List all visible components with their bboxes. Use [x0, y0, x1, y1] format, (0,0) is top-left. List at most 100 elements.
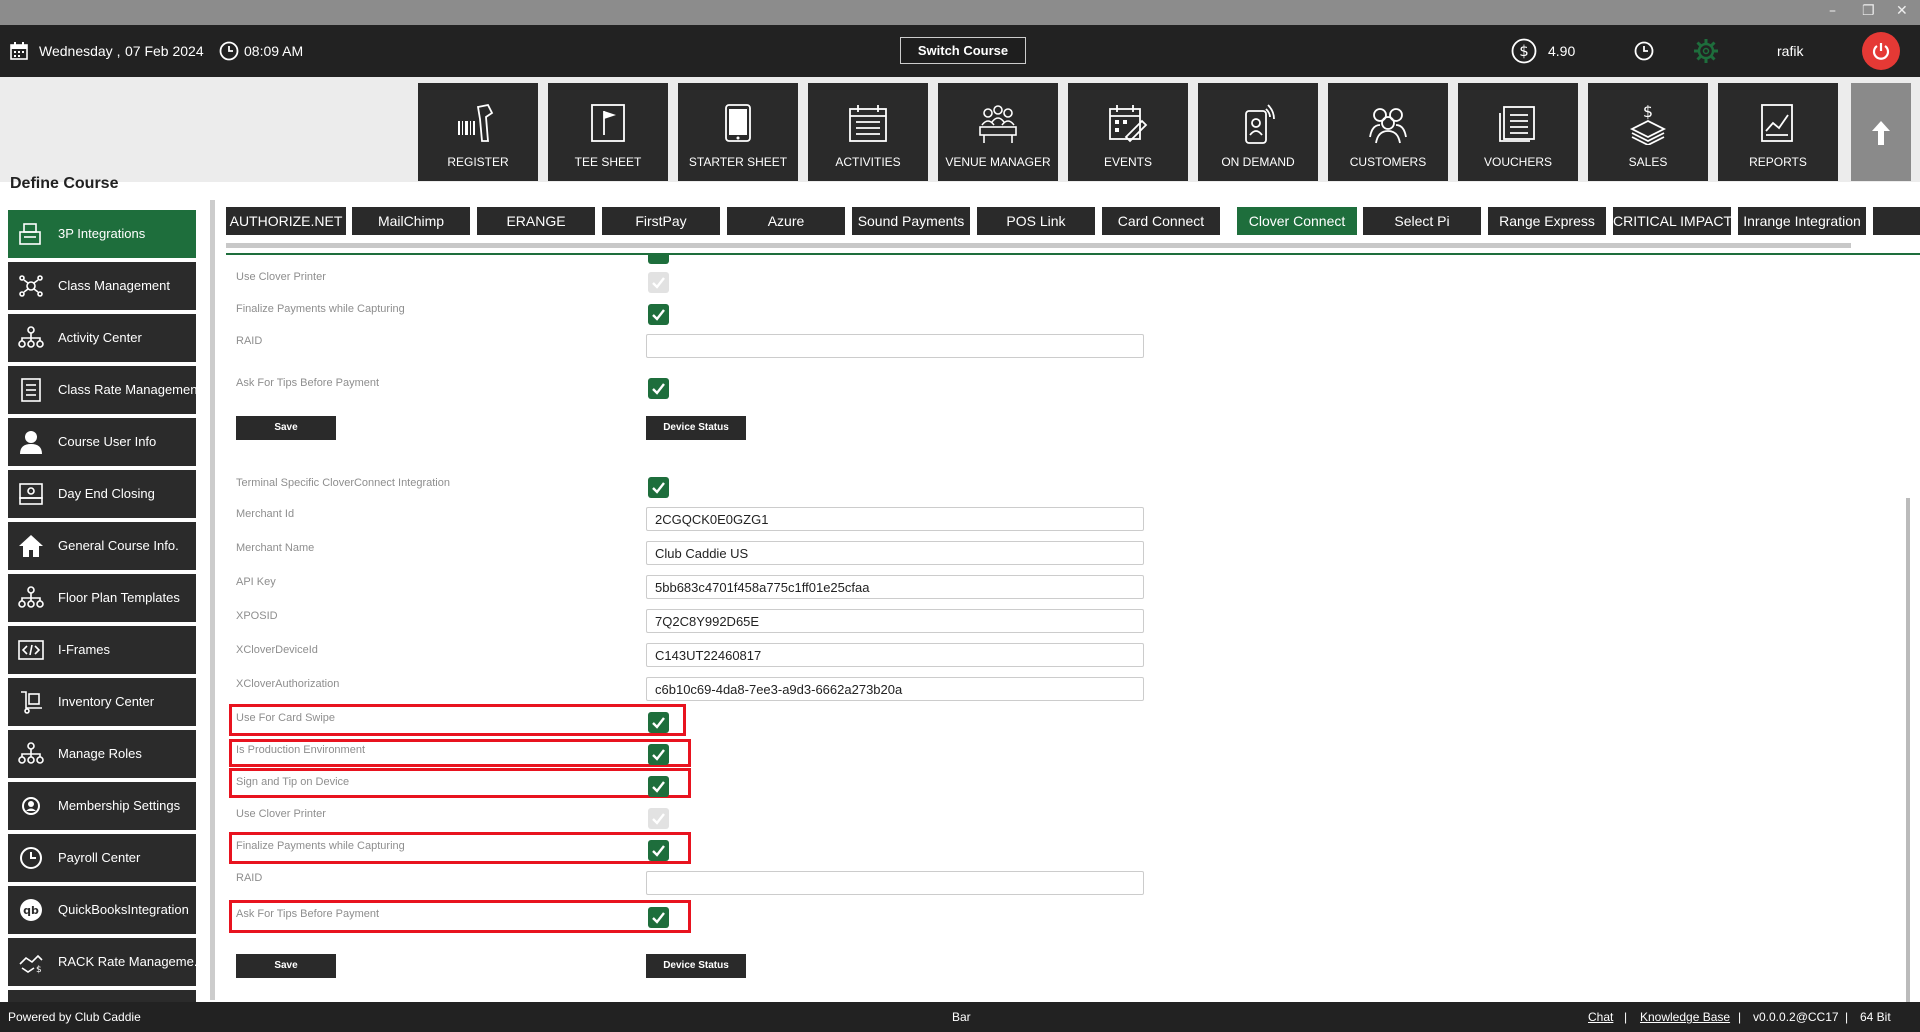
user-name: rafik — [1777, 43, 1804, 59]
minimize-icon[interactable]: – — [1829, 3, 1836, 19]
window-title-bar: – ❐ ✕ — [0, 0, 1920, 25]
tab-select-pi[interactable]: Select Pi — [1363, 207, 1481, 235]
use-clover-printer-checkbox[interactable] — [648, 272, 669, 293]
checkmark-icon — [652, 781, 665, 793]
module-register[interactable]: REGISTER — [418, 83, 538, 181]
top-bar: Wednesday , 07 Feb 2024 08:09 AM Switch … — [0, 25, 1920, 77]
tab-azure[interactable]: Azure — [727, 207, 845, 235]
device-status-button[interactable]: Device Status — [646, 954, 746, 978]
module-label: ACTIVITIES — [835, 155, 901, 169]
tab-firstpay[interactable]: FirstPay — [602, 207, 720, 235]
is-production-checkbox[interactable] — [648, 744, 669, 765]
content-scrollbar[interactable] — [1906, 498, 1910, 1003]
sidebar-item-3p-integrations[interactable]: 3P Integrations — [8, 210, 196, 258]
module-sales[interactable]: $ SALES — [1588, 83, 1708, 181]
tab-card-connect[interactable]: Card Connect — [1102, 207, 1220, 235]
sidebar-item-class-rate-management[interactable]: Class Rate Management — [8, 366, 198, 414]
ask-for-tips-checkbox[interactable] — [648, 378, 669, 399]
module-reports[interactable]: REPORTS — [1718, 83, 1838, 181]
terminal-specific-checkbox[interactable] — [648, 477, 669, 498]
save-button[interactable]: Save — [236, 954, 336, 978]
tab-clover-connect[interactable]: Clover Connect — [1237, 207, 1357, 235]
sidebar-item-rack-rate-management[interactable]: $ RACK Rate Manageme... — [8, 938, 198, 986]
sidebar: 3P Integrations Class Management Activit… — [0, 200, 208, 1002]
sidebar-item-i-frames[interactable]: I-Frames — [8, 626, 196, 674]
xclover-authorization-input[interactable]: c6b10c69-4da8-7ee3-a9d3-6662a273b20a — [646, 677, 1144, 701]
balance-value: 4.90 — [1548, 43, 1576, 59]
home-icon — [19, 535, 43, 557]
sidebar-item-partial[interactable] — [8, 990, 196, 1002]
sidebar-item-activity-center[interactable]: Activity Center — [8, 314, 196, 362]
chat-link[interactable]: Chat — [1588, 1002, 1613, 1032]
use-clover-printer-checkbox[interactable] — [648, 808, 669, 829]
tab-range-express[interactable]: Range Express — [1488, 207, 1606, 235]
module-starter-sheet[interactable]: STARTER SHEET — [678, 83, 798, 181]
xposid-input[interactable]: 7Q2C8Y992D65E — [646, 609, 1144, 633]
power-button[interactable] — [1862, 32, 1900, 70]
code-icon — [18, 640, 44, 660]
dollar-icon[interactable]: $ — [1511, 38, 1537, 64]
sidebar-item-membership-settings[interactable]: Membership Settings — [8, 782, 196, 830]
tab-mailchimp[interactable]: MailChimp — [352, 207, 470, 235]
knowledge-base-link[interactable]: Knowledge Base — [1640, 1002, 1730, 1032]
footer-separator: | — [1738, 1010, 1742, 1024]
finalize-payments-checkbox[interactable] — [648, 840, 669, 861]
device-status-button[interactable]: Device Status — [646, 416, 746, 440]
save-button[interactable]: Save — [236, 416, 336, 440]
sidebar-item-general-course-info[interactable]: General Course Info. — [8, 522, 196, 570]
checkmark-icon — [652, 813, 665, 825]
tab-authorize-net[interactable]: AUTHORIZE.NET — [226, 207, 346, 235]
sidebar-item-label: QuickBooksIntegration — [58, 902, 189, 917]
footer-separator: | — [1845, 1010, 1849, 1024]
field-label: RAID — [236, 335, 263, 347]
tab-critical-impact[interactable]: CRITICAL IMPACT — [1613, 207, 1732, 235]
raid-input[interactable] — [646, 871, 1144, 895]
module-activities[interactable]: ACTIVITIES — [808, 83, 928, 181]
api-key-input[interactable]: 5bb683c4701f458a775c1ff01e25cfaa — [646, 575, 1144, 599]
sidebar-item-inventory-center[interactable]: Inventory Center — [8, 678, 196, 726]
use-for-card-swipe-checkbox[interactable] — [648, 712, 669, 733]
restore-icon[interactable]: ❐ — [1862, 3, 1875, 19]
module-tee-sheet[interactable]: TEE SHEET — [548, 83, 668, 181]
tab-pos-link[interactable]: POS Link — [977, 207, 1095, 235]
tab-sound-payments[interactable]: Sound Payments — [852, 207, 970, 235]
xclover-device-id-input[interactable]: C143UT22460817 — [646, 643, 1144, 667]
gear-icon[interactable] — [1693, 38, 1719, 64]
tab-partial[interactable] — [1873, 207, 1920, 235]
sidebar-item-manage-roles[interactable]: Manage Roles — [8, 730, 196, 778]
module-customers[interactable]: CUSTOMERS — [1328, 83, 1448, 181]
finalize-payments-checkbox[interactable] — [648, 304, 669, 325]
field-label: RAID — [236, 872, 263, 884]
sidebar-item-day-end-closing[interactable]: Day End Closing — [8, 470, 196, 518]
module-vouchers[interactable]: VOUCHERS — [1458, 83, 1578, 181]
sidebar-item-course-user-info[interactable]: Course User Info — [8, 418, 196, 466]
module-venue-manager[interactable]: VENUE MANAGER — [938, 83, 1058, 181]
close-icon[interactable]: ✕ — [1896, 3, 1908, 19]
svg-text:$: $ — [1519, 42, 1529, 60]
sidebar-item-class-management[interactable]: Class Management — [8, 262, 196, 310]
checkbox-partial[interactable] — [648, 255, 669, 264]
module-events[interactable]: EVENTS — [1068, 83, 1188, 181]
module-on-demand[interactable]: ON DEMAND — [1198, 83, 1318, 181]
tab-erange[interactable]: ERANGE — [477, 207, 595, 235]
history-clock-icon[interactable] — [1634, 41, 1654, 61]
sidebar-item-label: Inventory Center — [58, 694, 155, 709]
tab-inrange-integration[interactable]: Inrange Integration — [1738, 207, 1866, 235]
module-label: VOUCHERS — [1483, 155, 1552, 169]
raid-input[interactable] — [646, 334, 1144, 358]
status-bar: Powered by Club Caddie Bar Chat | Knowle… — [0, 1002, 1920, 1032]
tabs-scrollbar[interactable] — [226, 243, 1851, 248]
collapse-modules-button[interactable] — [1851, 83, 1911, 181]
sidebar-item-quickbooks-integration[interactable]: qb QuickBooksIntegration — [8, 886, 196, 934]
merchant-id-input[interactable]: 2CGQCK0E0GZG1 — [646, 507, 1144, 531]
merchant-name-input[interactable]: Club Caddie US — [646, 541, 1144, 565]
sign-and-tip-checkbox[interactable] — [648, 776, 669, 797]
page-title: Define Course — [10, 175, 119, 192]
sidebar-item-floor-plan-templates[interactable]: Floor Plan Templates — [8, 574, 196, 622]
switch-course-button[interactable]: Switch Course — [900, 37, 1026, 64]
sidebar-scrollbar[interactable] — [210, 200, 215, 1000]
sidebar-item-payroll-center[interactable]: Payroll Center — [8, 834, 196, 882]
field-label: API Key — [236, 576, 276, 588]
module-label: EVENTS — [1103, 155, 1152, 169]
ask-for-tips-checkbox[interactable] — [648, 907, 669, 928]
